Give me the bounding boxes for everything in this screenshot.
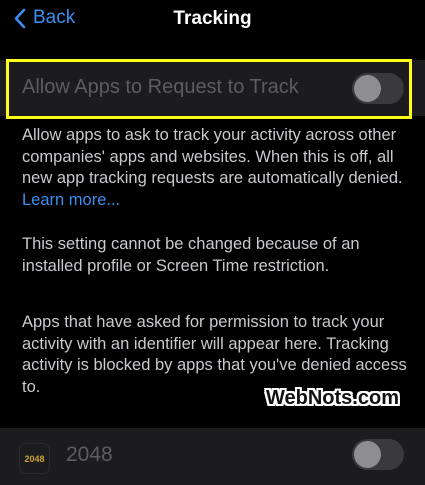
page-title: Tracking bbox=[173, 8, 252, 29]
restriction-note: This setting cannot be changed because o… bbox=[22, 235, 360, 275]
app-name: 2048 bbox=[66, 443, 113, 466]
learn-more-link[interactable]: Learn more... bbox=[22, 191, 120, 209]
allow-tracking-label: Allow Apps to Request to Track bbox=[22, 76, 299, 98]
toggle-knob bbox=[354, 441, 381, 468]
app-row: 2048 2048 bbox=[0, 428, 425, 485]
app-icon-2048: 2048 bbox=[19, 443, 50, 474]
watermark: WebNots.com bbox=[266, 387, 399, 409]
toggle-knob bbox=[354, 75, 381, 102]
description-text: Allow apps to ask to track your activity… bbox=[22, 126, 403, 187]
app-tracking-toggle[interactable] bbox=[352, 439, 404, 470]
allow-tracking-row: Allow Apps to Request to Track bbox=[0, 60, 425, 116]
tracking-description: Allow apps to ask to track your activity… bbox=[22, 125, 412, 211]
apps-note: Apps that have asked for permission to t… bbox=[22, 313, 407, 396]
allow-tracking-toggle[interactable] bbox=[352, 73, 404, 104]
nav-bar: Back Tracking bbox=[0, 0, 425, 40]
